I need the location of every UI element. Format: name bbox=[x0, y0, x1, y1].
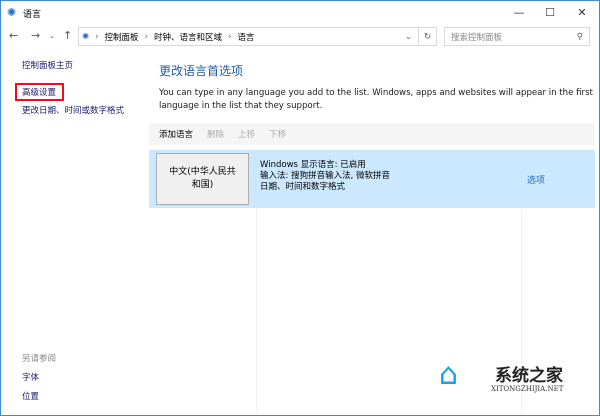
watermark-logo: ⌂ 系统之家 XITONGZHIJIA.NET bbox=[439, 357, 589, 407]
breadcrumb-separator: › bbox=[95, 31, 99, 42]
address-bar[interactable]: ✺ › 控制面板 › 时钟、语言和区域 › 语言 ⌄ ↻ bbox=[78, 27, 437, 46]
title-bar: ✺ 语言 — ☐ ✕ bbox=[1, 1, 599, 25]
breadcrumb-clock-language-region[interactable]: 时钟、语言和区域 bbox=[154, 31, 222, 43]
search-input[interactable]: 搜索控制面板 ⚲ bbox=[444, 27, 590, 46]
breadcrumb-separator: › bbox=[144, 31, 148, 42]
breadcrumb-language[interactable]: 语言 bbox=[237, 31, 254, 43]
highlight-box bbox=[15, 83, 64, 101]
description: You can type in any language you add to … bbox=[159, 88, 593, 111]
globe-icon: ✺ bbox=[7, 6, 17, 19]
add-language-button[interactable]: 添加语言 bbox=[159, 128, 193, 140]
forward-arrow-icon[interactable]: → bbox=[31, 29, 40, 42]
close-button[interactable]: ✕ bbox=[566, 1, 598, 23]
input-methods: 输入法: 搜狗拼音输入法, 微软拼音 bbox=[260, 171, 390, 181]
minimize-button[interactable]: — bbox=[503, 1, 535, 23]
refresh-icon[interactable]: ↻ bbox=[418, 28, 436, 45]
language-window: ✺ 语言 — ☐ ✕ ← → ⌄ ↑ ✺ › 控制面板 › 时钟、语言和区域 ›… bbox=[0, 0, 600, 416]
watermark-url: XITONGZHIJIA.NET bbox=[491, 385, 564, 393]
language-row[interactable]: 中文(中华人民共和国) Windows 显示语言: 已启用 输入法: 搜狗拼音输… bbox=[149, 150, 595, 208]
remove-button: 删除 bbox=[207, 130, 225, 140]
search-icon: ⚲ bbox=[576, 31, 583, 42]
language-button-chinese[interactable]: 中文(中华人民共和国) bbox=[156, 153, 249, 205]
globe-icon: ✺ bbox=[82, 31, 90, 42]
see-also-location[interactable]: 位置 bbox=[22, 390, 39, 402]
page-title: 更改语言首选项 bbox=[159, 64, 244, 78]
move-down-button: 下移 bbox=[269, 130, 287, 140]
see-also-fonts[interactable]: 字体 bbox=[22, 371, 39, 383]
recent-chevron-icon[interactable]: ⌄ bbox=[49, 32, 55, 40]
window-title: 语言 bbox=[23, 9, 42, 20]
options-link[interactable]: 选项 bbox=[527, 173, 545, 186]
house-icon: ⌂ bbox=[439, 357, 459, 392]
maximize-button[interactable]: ☐ bbox=[534, 1, 566, 23]
sidebar-item-change-date-format[interactable]: 更改日期、时间或数字格式 bbox=[22, 104, 124, 116]
move-up-button: 上移 bbox=[238, 130, 256, 140]
up-arrow-icon[interactable]: ↑ bbox=[63, 29, 72, 42]
chevron-down-icon[interactable]: ⌄ bbox=[405, 32, 412, 42]
language-toolbar: 添加语言 删除 上移 下移 bbox=[149, 123, 595, 145]
date-time-format: 日期、时间和数字格式 bbox=[260, 182, 346, 192]
watermark-name: 系统之家 bbox=[495, 366, 563, 386]
sidebar-item-control-panel-home[interactable]: 控制面板主页 bbox=[22, 59, 73, 71]
back-arrow-icon[interactable]: ← bbox=[9, 29, 18, 42]
breadcrumb-control-panel[interactable]: 控制面板 bbox=[105, 31, 139, 43]
language-details: Windows 显示语言: 已启用 输入法: 搜狗拼音输入法, 微软拼音 日期、… bbox=[260, 160, 390, 193]
display-language-status: Windows 显示语言: 已启用 bbox=[260, 160, 366, 170]
see-also-label: 另请参阅 bbox=[22, 354, 57, 364]
breadcrumb-separator: › bbox=[227, 31, 232, 42]
search-placeholder: 搜索控制面板 bbox=[451, 32, 503, 43]
